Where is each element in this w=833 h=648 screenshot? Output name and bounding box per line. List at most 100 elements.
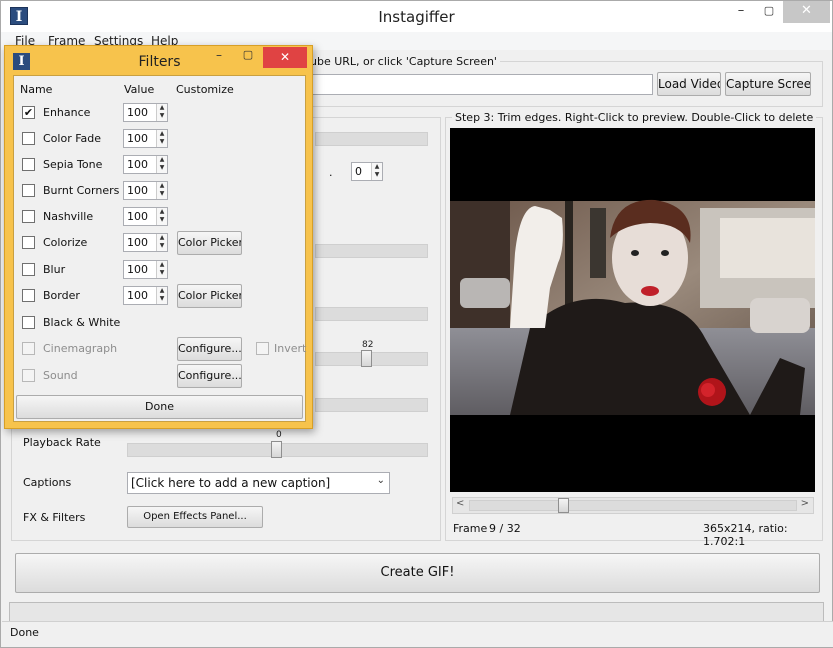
filter-row: Colorize 100 ▲ ▼ Color Picker — [14, 231, 307, 255]
filter-name: Blur — [43, 263, 66, 276]
open-effects-panel-button[interactable]: Open Effects Panel... — [127, 506, 263, 528]
captions-label: Captions — [23, 476, 72, 489]
filter-name: Burnt Corners — [43, 184, 120, 197]
filter-name: Border — [43, 289, 80, 302]
url-input[interactable] — [311, 74, 653, 95]
step2-slider-5[interactable] — [315, 398, 428, 412]
step3-label: Step 3: Trim edges. Right-Click to previ… — [452, 111, 817, 124]
spin-arrows-icon[interactable]: ▲ ▼ — [156, 261, 167, 278]
filters-minimize-button[interactable]: – — [206, 48, 232, 68]
configure-button[interactable]: Configure... — [177, 364, 242, 388]
filter-name: Sepia Tone — [43, 158, 103, 171]
step2-slider-2[interactable] — [315, 244, 428, 258]
step2-spin-value: 0 — [355, 165, 362, 178]
chevron-down-icon[interactable]: ⌄ — [377, 475, 385, 486]
filters-dialog: I Filters – ▢ ✕ Name Value Customize ✔ En… — [4, 45, 313, 429]
scroll-right-icon[interactable]: > — [801, 498, 809, 509]
color-picker-button[interactable]: Color Picker — [177, 231, 242, 255]
filter-checkbox[interactable] — [22, 263, 35, 276]
filter-checkbox[interactable] — [22, 236, 35, 249]
status-bar: Done — [2, 621, 833, 647]
filters-body: Name Value Customize ✔ Enhance 100 ▲ ▼ Color … — [13, 75, 306, 422]
filter-checkbox[interactable] — [22, 316, 35, 329]
captions-selected-text: [Click here to add a new caption] — [131, 476, 331, 490]
spin-arrows-icon[interactable]: ▲ ▼ — [156, 208, 167, 225]
step1-label: ube URL, or click 'Capture Screen' — [307, 55, 500, 68]
spin-arrows-icon[interactable]: ▲ ▼ — [156, 156, 167, 173]
filter-value: 100 — [127, 289, 148, 302]
filter-row: Border 100 ▲ ▼ Color Picker — [14, 284, 307, 308]
step2-spin[interactable]: 0 ▲ ▼ — [351, 162, 383, 181]
filter-value-spinner[interactable]: 100 ▲ ▼ — [123, 233, 168, 252]
configure-button[interactable]: Configure... — [177, 337, 242, 361]
filter-row: ✔ Enhance 100 ▲ ▼ — [14, 101, 307, 125]
spin-arrows-icon[interactable]: ▲ ▼ — [156, 182, 167, 199]
filter-name: Colorize — [43, 236, 88, 249]
filter-row: Nashville 100 ▲ ▼ — [14, 205, 307, 229]
header-name: Name — [20, 83, 53, 96]
filter-name: Nashville — [43, 210, 94, 223]
filter-value-spinner[interactable]: 100 ▲ ▼ — [123, 129, 168, 148]
invert-label: Invert — [274, 342, 307, 355]
frame-scroll-track[interactable] — [469, 500, 797, 511]
filter-checkbox[interactable] — [22, 289, 35, 302]
minimize-button[interactable]: – — [727, 1, 755, 23]
playback-rate-thumb[interactable] — [271, 441, 282, 458]
filters-maximize-button[interactable]: ▢ — [235, 48, 261, 68]
frame-scrollbar[interactable]: < > — [452, 497, 814, 514]
video-preview[interactable] — [450, 128, 815, 492]
video-frame-image — [450, 199, 815, 415]
header-customize: Customize — [176, 83, 234, 96]
filter-row: Sound Configure... — [14, 364, 307, 388]
filter-row: Black & White — [14, 311, 307, 335]
filters-close-button[interactable]: ✕ — [263, 47, 307, 68]
filter-value: 100 — [127, 210, 148, 223]
playback-rate-value: 0 — [276, 430, 282, 440]
title-bar: I Instagiffer – ▢ ✕ — [1, 1, 832, 32]
filter-row: Blur 100 ▲ ▼ — [14, 258, 307, 282]
spin-arrows-icon[interactable]: ▲ ▼ — [156, 287, 167, 304]
filter-checkbox[interactable] — [22, 210, 35, 223]
filter-checkbox[interactable]: ✔ — [22, 106, 35, 119]
filter-value: 100 — [127, 236, 148, 249]
filter-row: Cinemagraph Configure... Invert — [14, 337, 307, 361]
filter-value-spinner[interactable]: 100 ▲ ▼ — [123, 207, 168, 226]
step2-slider-3[interactable] — [315, 307, 428, 321]
invert-checkbox[interactable] — [256, 342, 269, 355]
frame-dimensions: 365x214, ratio: 1.702:1 — [703, 522, 788, 548]
step2-slider-4-thumb[interactable] — [361, 350, 372, 367]
filter-value-spinner[interactable]: 100 ▲ ▼ — [123, 103, 168, 122]
filter-checkbox[interactable] — [22, 342, 35, 355]
close-button[interactable]: ✕ — [783, 1, 830, 23]
fx-filters-label: FX & Filters — [23, 511, 86, 524]
filter-value-spinner[interactable]: 100 ▲ ▼ — [123, 181, 168, 200]
color-picker-button[interactable]: Color Picker — [177, 284, 242, 308]
step2-slider-1[interactable] — [315, 132, 428, 146]
filter-name: Sound — [43, 369, 78, 382]
filter-checkbox[interactable] — [22, 369, 35, 382]
load-video-button[interactable]: Load Video — [657, 72, 721, 96]
capture-screen-button[interactable]: Capture Screen — [725, 72, 811, 96]
spin-arrows-icon[interactable]: ▲ ▼ — [156, 234, 167, 251]
maximize-button[interactable]: ▢ — [755, 1, 783, 23]
filter-value-spinner[interactable]: 100 ▲ ▼ — [123, 155, 168, 174]
spin-arrows-icon[interactable]: ▲ ▼ — [371, 163, 382, 180]
playback-rate-label: Playback Rate — [23, 436, 101, 449]
filter-checkbox[interactable] — [22, 132, 35, 145]
filter-checkbox[interactable] — [22, 184, 35, 197]
filter-value: 100 — [127, 158, 148, 171]
step2-dot: . — [329, 166, 333, 179]
filter-value-spinner[interactable]: 100 ▲ ▼ — [123, 260, 168, 279]
filter-value-spinner[interactable]: 100 ▲ ▼ — [123, 286, 168, 305]
scroll-left-icon[interactable]: < — [456, 498, 464, 509]
frame-scroll-thumb[interactable] — [557, 498, 569, 513]
filter-row: Burnt Corners 100 ▲ ▼ — [14, 179, 307, 203]
filter-name: Color Fade — [43, 132, 102, 145]
done-button[interactable]: Done — [16, 395, 303, 419]
spin-arrows-icon[interactable]: ▲ ▼ — [156, 130, 167, 147]
spin-arrows-icon[interactable]: ▲ ▼ — [156, 104, 167, 121]
captions-select[interactable]: [Click here to add a new caption] ⌄ — [127, 472, 390, 494]
filter-name: Enhance — [43, 106, 91, 119]
filter-checkbox[interactable] — [22, 158, 35, 171]
create-gif-button[interactable]: Create GIF! — [15, 553, 820, 593]
